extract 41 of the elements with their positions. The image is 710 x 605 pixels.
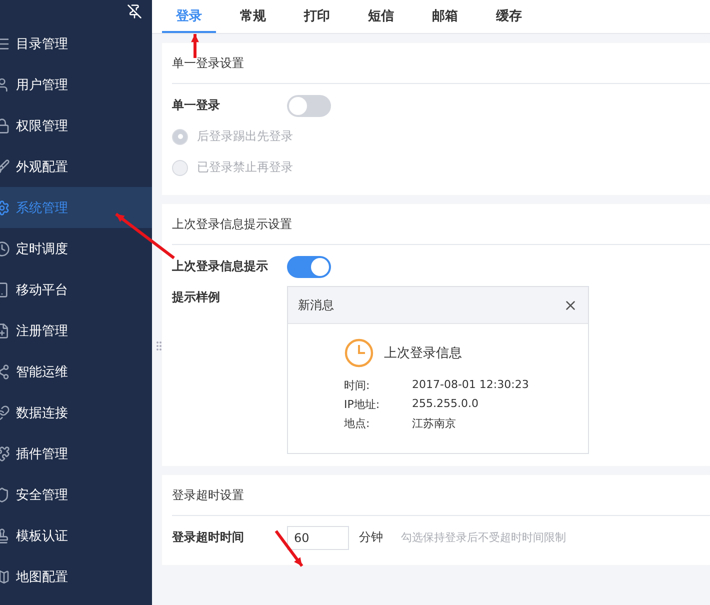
annotation-arrow	[191, 34, 199, 58]
message-heading: 上次登录信息	[384, 345, 462, 362]
tab[interactable]: 打印	[290, 0, 344, 33]
section-title: 上次登录信息提示设置	[172, 204, 710, 245]
info-value: 255.255.0.0	[412, 397, 480, 412]
sidebar-item[interactable]: 安全管理	[0, 474, 152, 515]
sidebar-item[interactable]: 智能运维	[0, 351, 152, 392]
tab[interactable]: 缓存	[482, 0, 536, 33]
clock-icon	[344, 338, 374, 368]
toggle-switch[interactable]	[287, 256, 331, 278]
unpin-icon[interactable]	[127, 4, 142, 19]
sidebar-item[interactable]: 模板认证	[0, 515, 152, 556]
sidebar-item[interactable]: 目录管理	[0, 23, 152, 64]
info-label: IP地址:	[344, 397, 381, 412]
field-label: 单一登录	[172, 97, 221, 114]
toggle-switch[interactable]	[287, 94, 331, 116]
section-title: 登录超时设置	[172, 475, 710, 516]
field-label: 提示样例	[172, 289, 221, 306]
sidebar-item[interactable]: 权限管理	[0, 105, 152, 146]
section-title: 单一登录设置	[172, 43, 710, 84]
tab[interactable]: 邮箱	[418, 0, 472, 33]
tab[interactable]: 短信	[354, 0, 408, 33]
sidebar-item[interactable]: 定时调度	[0, 228, 152, 269]
info-label: 地点:	[344, 416, 371, 431]
sidebar-item[interactable]: 外观配置	[0, 146, 152, 187]
sidebar-item[interactable]: 地图配置	[0, 556, 152, 597]
sidebar-item[interactable]: 移动平台	[0, 269, 152, 310]
info-value: 江苏南京	[412, 416, 457, 431]
sidebar-item[interactable]: 注册管理	[0, 310, 152, 351]
sidebar-item[interactable]: 用户管理	[0, 64, 152, 105]
field-label: 上次登录信息提示	[172, 258, 269, 275]
unit-label: 分钟	[359, 529, 383, 546]
message-title: 新消息	[298, 296, 334, 314]
info-label: 时间:	[344, 378, 371, 393]
timeout-input[interactable]: 60	[287, 526, 349, 550]
sidebar-item[interactable]: 数据连接	[0, 392, 152, 433]
info-value: 2017-08-01 12:30:23	[412, 378, 530, 393]
field-label: 登录超时时间	[172, 529, 245, 546]
tab[interactable]: 常规	[226, 0, 280, 33]
sidebar-item[interactable]: 插件管理	[0, 433, 152, 474]
hint-text: 勾选保持登录后不受超时时间限制	[401, 530, 566, 545]
